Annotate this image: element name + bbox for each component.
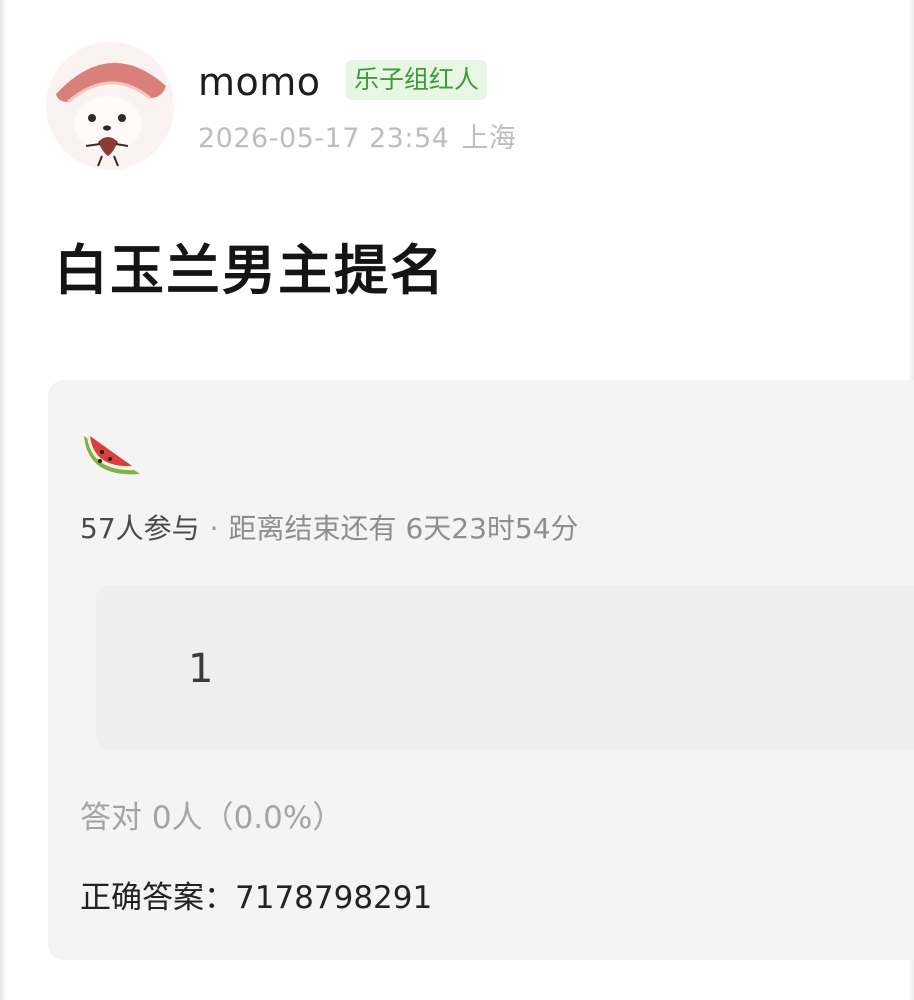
post-meta: 2026-05-17 23:54 上海 (198, 122, 516, 156)
screen-edge-left (0, 0, 6, 1000)
post-location: 上海 (461, 123, 517, 154)
post-title: 白玉兰男主提名 (54, 239, 446, 302)
avatar-illustration-icon (46, 42, 174, 170)
quiz-card: 57人参与 · 距离结束还有 6天23时54分 1 答对 0人（0.0%） 正确答案… (48, 380, 914, 960)
watermelon-slice-icon (84, 436, 140, 475)
avatar[interactable] (46, 42, 174, 170)
correct-answer: 正确答案：7178798291 (80, 880, 433, 916)
answer-option[interactable]: 1 (96, 585, 914, 750)
answer-option-text: 1 (188, 646, 214, 692)
separator-dot: · (209, 512, 219, 545)
post-header: momo 乐子组红人 2026-05-17 23:54 上海 (46, 40, 866, 170)
correct-rate: 答对 0人（0.0%） (80, 800, 344, 836)
participation-info: 57人参与 · 距离结束还有 6天23时54分 (80, 511, 579, 547)
time-remaining: 距离结束还有 6天23时54分 (228, 512, 579, 545)
author-badge: 乐子组红人 (346, 60, 488, 100)
post-timestamp: 2026-05-17 23:54 (198, 123, 450, 154)
participant-count: 57人参与 (80, 512, 200, 545)
author-name[interactable]: momo (198, 60, 321, 104)
